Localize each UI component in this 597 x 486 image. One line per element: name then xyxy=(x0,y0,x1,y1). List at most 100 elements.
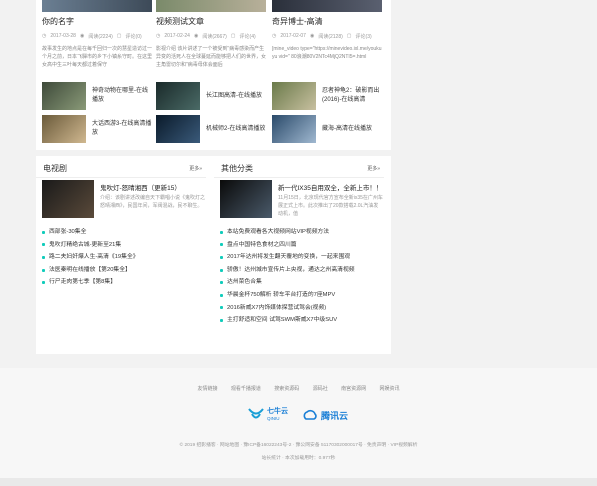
featured-article[interactable]: 视频测试文章 ◷ 2017-02-24 ◉ 阅读(2667) ▢ 评论(4) 影视介绍 该… xyxy=(156,16,266,77)
bullet-icon xyxy=(220,255,223,259)
eye-icon: ◉ xyxy=(79,33,85,39)
featured-thumb[interactable] xyxy=(156,0,266,12)
article-date: 2017-02-24 xyxy=(164,33,190,39)
list-link[interactable]: 2017年达州将发生翻天覆地的变换，一起来围观 xyxy=(227,251,350,264)
qiniu-logo[interactable]: 七牛云 QINIU xyxy=(248,408,288,422)
list-link[interactable]: 盘点中国特色食材之四川篇 xyxy=(227,239,297,252)
more-link[interactable]: 更多» xyxy=(367,165,380,172)
lead-article[interactable]: 新一代IX35自用双全，全新上市！！ 11月15日，北京现代官方宣布全新ix35… xyxy=(220,180,383,220)
list-item[interactable]: 达州菜色合集 xyxy=(220,276,355,289)
list-item[interactable]: 2017年达州将发生翻天覆地的变换，一起来围观 xyxy=(220,251,355,264)
list-link[interactable]: 行尸走肉第七季【第8集】 xyxy=(49,276,116,289)
footer-link[interactable]: 观看千播报道 xyxy=(231,386,261,392)
article-list: 本站免费观看各大视频网站VIP视频方法 盘点中国特色食材之四川篇 2017年达州… xyxy=(220,226,355,327)
mini-article[interactable]: 长江图高清-在线播放 xyxy=(156,82,266,110)
qiniu-icon xyxy=(248,408,264,419)
footer-link[interactable]: 南宫资源网 xyxy=(341,386,366,392)
featured-title[interactable]: 奇异博士-高清 xyxy=(272,16,382,27)
list-link[interactable]: 路二夫妇奸爆人生-高清《19集全》 xyxy=(49,251,139,264)
mini-thumb[interactable] xyxy=(156,115,200,143)
site-footer: 友情链接 观看千播报道 搜索资源码 源码社 南宫资源网 网娱资讯 七牛云 QIN… xyxy=(0,368,597,478)
list-link[interactable]: 达州菜色合集 xyxy=(227,276,262,289)
lead-title[interactable]: 鬼吹灯-怒晴湘西（更新15） xyxy=(100,182,181,192)
mini-article[interactable]: 藏海-高清在线播放 xyxy=(272,115,382,143)
article-list: 西部张-30集全 鬼吹灯精绝古城-更新至21集 路二夫妇奸爆人生-高清《19集全… xyxy=(42,226,139,289)
list-link[interactable]: 西部张-30集全 xyxy=(49,226,86,239)
tv-column: 电视剧 更多» 鬼吹灯-怒晴湘西（更新15） 介绍：该剧讲述改编自天下霸唱小说《… xyxy=(36,156,206,285)
featured-desc: 故事发生的地点是在每千回归一次的慧星造访过一个月之前，日本飞驒市的乡下小镇糸守町… xyxy=(42,46,152,68)
clock-icon: ◷ xyxy=(156,33,161,39)
clock-icon: ◷ xyxy=(42,33,47,39)
featured-title[interactable]: 你的名字 xyxy=(42,16,152,27)
lead-desc: 11月15日，北京现代官方宣布全新ix35在广州车展正式上市。此次推出了20款搭… xyxy=(278,195,383,217)
list-item[interactable]: 本站免费观看各大视频网站VIP视频方法 xyxy=(220,226,355,239)
mini-article[interactable]: 大话西游3-在线高清播放 xyxy=(42,115,152,143)
lead-article[interactable]: 鬼吹灯-怒晴湘西（更新15） 介绍：该剧讲述改编自天下霸唱小说《鬼吹灯之怒晴湘西… xyxy=(42,180,205,220)
bullet-icon xyxy=(220,293,223,297)
list-item[interactable]: 骄傲！达州城市宣传片上央视，通达之州高清视频 xyxy=(220,264,355,277)
mini-title[interactable]: 大话西游3-在线高清播放 xyxy=(92,120,152,138)
footer-link[interactable]: 源码社 xyxy=(313,386,328,392)
mini-thumb[interactable] xyxy=(42,82,86,110)
bullet-icon xyxy=(220,243,223,247)
article-views: 阅读(2667) xyxy=(202,34,227,40)
column-title: 电视剧 xyxy=(43,164,67,173)
mini-thumb[interactable] xyxy=(42,115,86,143)
list-link[interactable]: 法医秦明在线播放【第20集全】 xyxy=(49,264,131,277)
list-item[interactable]: 华晨金杯750解析 轿车平台打造的7座MPV xyxy=(220,289,355,302)
comment-icon: ▢ xyxy=(116,33,122,39)
featured-thumb[interactable] xyxy=(42,0,152,12)
article-comments: 评论(3) xyxy=(355,34,372,40)
tencent-cloud-logo[interactable]: 腾讯云 xyxy=(302,409,348,422)
lead-thumb[interactable] xyxy=(42,180,94,218)
more-link[interactable]: 更多» xyxy=(189,165,202,172)
column-header: 其他分类 更多» xyxy=(214,156,384,178)
other-column: 其他分类 更多» 新一代IX35自用双全，全新上市！！ 11月15日，北京现代官… xyxy=(214,156,384,323)
list-item[interactable]: 行尸走肉第七季【第8集】 xyxy=(42,276,139,289)
mini-thumb[interactable] xyxy=(272,82,316,110)
list-link[interactable]: 本站免费观看各大视频网站VIP视频方法 xyxy=(227,226,329,239)
list-item[interactable]: 盘点中国特色食材之四川篇 xyxy=(220,239,355,252)
featured-thumb[interactable] xyxy=(272,0,382,12)
mini-thumb[interactable] xyxy=(156,82,200,110)
list-item[interactable]: 法医秦明在线播放【第20集全】 xyxy=(42,264,139,277)
footer-links: 友情链接 观看千播报道 搜索资源码 源码社 南宫资源网 网娱资讯 xyxy=(0,385,597,392)
footer-link[interactable]: 网娱资讯 xyxy=(380,386,400,392)
list-item[interactable]: 西部张-30集全 xyxy=(42,226,139,239)
mini-title[interactable]: 忍者神龟2：破影而出(2016)-在线高清 xyxy=(322,87,382,105)
article-comments: 评论(4) xyxy=(239,34,256,40)
mini-article[interactable]: 机械师2-在线高清播放 xyxy=(156,115,266,143)
eye-icon: ◉ xyxy=(309,33,315,39)
mini-thumb[interactable] xyxy=(272,115,316,143)
mini-title[interactable]: 长江图高清-在线播放 xyxy=(206,92,266,101)
list-link[interactable]: 华晨金杯750解析 轿车平台打造的7座MPV xyxy=(227,289,335,302)
list-link[interactable]: 2016新威X7内饰媒体探营试驾会(视频) xyxy=(227,302,326,315)
lead-thumb[interactable] xyxy=(220,180,272,218)
mini-title[interactable]: 神奇动物在哪里-在线播放 xyxy=(92,87,152,105)
mini-title[interactable]: 机械师2-在线高清播放 xyxy=(206,125,266,134)
featured-article[interactable]: 你的名字 ◷ 2017-03-28 ◉ 阅读(2224) ▢ 评论(0) 故事发生的地点是… xyxy=(42,16,152,77)
mini-title[interactable]: 藏海-高清在线播放 xyxy=(322,125,382,134)
mini-article[interactable]: 神奇动物在哪里-在线播放 xyxy=(42,82,152,110)
list-item[interactable]: 2016新威X7内饰媒体探营试驾会(视频) xyxy=(220,302,355,315)
footer-link[interactable]: 友情链接 xyxy=(197,386,217,392)
logo-text: 七牛云 xyxy=(267,408,288,415)
list-link[interactable]: 主打舒适和空间 试驾SWM斯威X7中级SUV xyxy=(227,314,337,327)
mini-article[interactable]: 忍者神龟2：破影而出(2016)-在线高清 xyxy=(272,82,382,110)
clock-icon: ◷ xyxy=(272,33,277,39)
featured-title[interactable]: 视频测试文章 xyxy=(156,16,266,27)
list-item[interactable]: 主打舒适和空间 试驾SWM斯威X7中级SUV xyxy=(220,314,355,327)
list-link[interactable]: 骄傲！达州城市宣传片上央视，通达之州高清视频 xyxy=(227,264,355,277)
bullet-icon xyxy=(42,268,45,272)
list-link[interactable]: 鬼吹灯精绝古城-更新至21集 xyxy=(49,239,121,252)
list-item[interactable]: 鬼吹灯精绝古城-更新至21集 xyxy=(42,239,139,252)
article-date: 2017-02-07 xyxy=(280,33,306,39)
column-title: 其他分类 xyxy=(221,164,253,173)
list-item[interactable]: 路二夫妇奸爆人生-高清《19集全》 xyxy=(42,251,139,264)
article-views: 阅读(2128) xyxy=(318,34,343,40)
comment-icon: ▢ xyxy=(230,33,236,39)
category-section: 电视剧 更多» 鬼吹灯-怒晴湘西（更新15） 介绍：该剧讲述改编自天下霸唱小说《… xyxy=(36,156,391,354)
lead-title[interactable]: 新一代IX35自用双全，全新上市！！ xyxy=(278,182,382,192)
footer-link[interactable]: 搜索资源码 xyxy=(274,386,299,392)
featured-article[interactable]: 奇异博士-高清 ◷ 2017-02-07 ◉ 阅读(2128) ▢ 评论(3) [mine… xyxy=(272,16,382,77)
